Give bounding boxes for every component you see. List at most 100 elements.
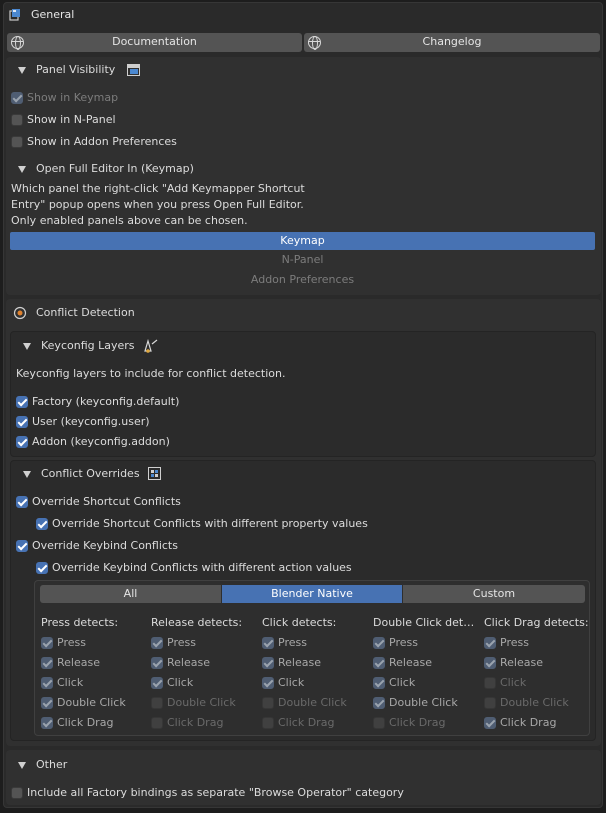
detection-checkbox[interactable] [151,717,163,729]
detection-checkbox[interactable] [41,697,53,709]
detection-checkbox[interactable] [262,677,274,689]
show-addon-prefs-checkbox[interactable] [11,136,23,148]
detection-checkbox[interactable] [373,717,385,729]
detection-checkbox[interactable] [484,637,496,649]
chevron-down-icon[interactable] [18,67,26,74]
override-shortcut-checkbox[interactable] [16,496,28,508]
grid-icon [148,467,161,483]
chevron-down-icon[interactable] [23,471,31,478]
detection-option-label: Click Drag [500,716,557,729]
open-full-editor-desc-2: Entry" popup opens when you press Open F… [11,198,304,211]
open-full-editor-desc-1: Which panel the right-click "Add Keymapp… [11,182,305,195]
detection-checkbox[interactable] [41,717,53,729]
detection-checkbox[interactable] [373,637,385,649]
addon-layer-checkbox[interactable] [16,436,28,448]
override-keybind-actions-label: Override Keybind Conflicts with differen… [52,561,352,574]
detection-checkbox[interactable] [262,697,274,709]
detection-option-label: Click [57,676,84,689]
detection-checkbox[interactable] [151,677,163,689]
detection-option-label: Click Drag [389,716,446,729]
detection-checkbox[interactable] [262,637,274,649]
detection-checkbox[interactable] [484,717,496,729]
detection-option-label: Click [278,676,305,689]
detection-checkbox[interactable] [373,677,385,689]
other-title[interactable]: Other [36,758,67,772]
detection-option-label: Press [278,636,307,649]
detection-checkbox[interactable] [41,657,53,669]
factory-layer-checkbox[interactable] [16,396,28,408]
detection-checkbox[interactable] [151,697,163,709]
editor-option-addon-prefs[interactable]: Addon Preferences [10,271,595,289]
show-keymap-label: Show in Keymap [27,91,119,104]
detection-checkbox[interactable] [262,657,274,669]
override-keybind-actions-checkbox[interactable] [36,562,48,574]
editor-option-npanel[interactable]: N-Panel [10,251,595,269]
show-npanel-checkbox[interactable] [11,114,23,126]
detection-option-label: Click [500,676,527,689]
override-keybind-label: Override Keybind Conflicts [32,539,178,552]
detection-column-header: Double Click det… [373,616,475,629]
editor-option-keymap[interactable]: Keymap [10,232,595,250]
globe-icon [308,36,321,50]
changelog-label: Changelog [422,35,482,48]
documentation-label: Documentation [112,35,197,48]
detection-checkbox[interactable] [484,657,496,669]
detection-checkbox[interactable] [41,637,53,649]
detection-checkbox[interactable] [151,637,163,649]
detection-option-label: Click Drag [57,716,114,729]
mode-blender-native[interactable]: Blender Native [222,585,402,603]
page-title: General [31,8,75,21]
chevron-down-icon[interactable] [23,343,31,350]
detection-option-label: Press [167,636,196,649]
conflict-detection-title[interactable]: Conflict Detection [36,306,135,320]
detection-option-label: Double Click [57,696,126,709]
addon-layer-label: Addon (keyconfig.addon) [32,435,170,448]
documentation-button[interactable]: Documentation [7,33,302,52]
detection-checkbox[interactable] [151,657,163,669]
mode-all[interactable]: All [40,585,221,603]
chevron-down-icon[interactable] [18,762,26,769]
detection-option-label: Press [57,636,86,649]
detection-option-label: Double Click [389,696,458,709]
detection-option-label: Release [167,656,210,669]
include-factory-checkbox[interactable] [11,787,23,799]
detection-column-header: Release detects: [151,616,243,629]
detection-checkbox[interactable] [373,657,385,669]
detection-option-label: Double Click [278,696,347,709]
detection-option-label: Press [389,636,418,649]
detection-checkbox[interactable] [262,717,274,729]
open-full-editor-title[interactable]: Open Full Editor In (Keymap) [36,162,194,176]
detection-option-label: Click Drag [278,716,335,729]
detection-option-label: Release [389,656,432,669]
mode-custom[interactable]: Custom [403,585,585,603]
detection-option-label: Press [500,636,529,649]
panel-visibility-title[interactable]: Panel Visibility [36,63,115,77]
show-addon-prefs-label: Show in Addon Preferences [27,135,177,148]
show-keymap-checkbox[interactable] [11,92,23,104]
detection-checkbox[interactable] [484,677,496,689]
keyconfig-icon [143,338,159,356]
detection-option-label: Click [167,676,194,689]
show-npanel-label: Show in N-Panel [27,113,116,126]
conflict-overrides-title[interactable]: Conflict Overrides [41,467,140,481]
detection-option-label: Release [278,656,321,669]
keyconfig-layers-desc: Keyconfig layers to include for conflict… [16,367,286,380]
detection-option-label: Click [389,676,416,689]
override-keybind-checkbox[interactable] [16,540,28,552]
detection-option-label: Release [57,656,100,669]
user-layer-checkbox[interactable] [16,416,28,428]
keyconfig-layers-title[interactable]: Keyconfig Layers [41,339,135,353]
open-full-editor-desc-3: Only enabled panels above can be chosen. [11,214,248,227]
detection-column-header: Click Drag detects: [484,616,589,629]
detection-checkbox[interactable] [484,697,496,709]
override-shortcut-props-checkbox[interactable] [36,518,48,530]
changelog-button[interactable]: Changelog [304,33,600,52]
detection-checkbox[interactable] [41,677,53,689]
chevron-down-icon[interactable] [18,166,26,173]
override-shortcut-props-label: Override Shortcut Conflicts with differe… [52,517,368,530]
mode-selector: All Blender Native Custom [40,585,585,604]
detection-checkbox[interactable] [373,697,385,709]
window-icon [127,64,140,79]
include-factory-label: Include all Factory bindings as separate… [27,786,404,799]
factory-layer-label: Factory (keyconfig.default) [32,395,180,408]
